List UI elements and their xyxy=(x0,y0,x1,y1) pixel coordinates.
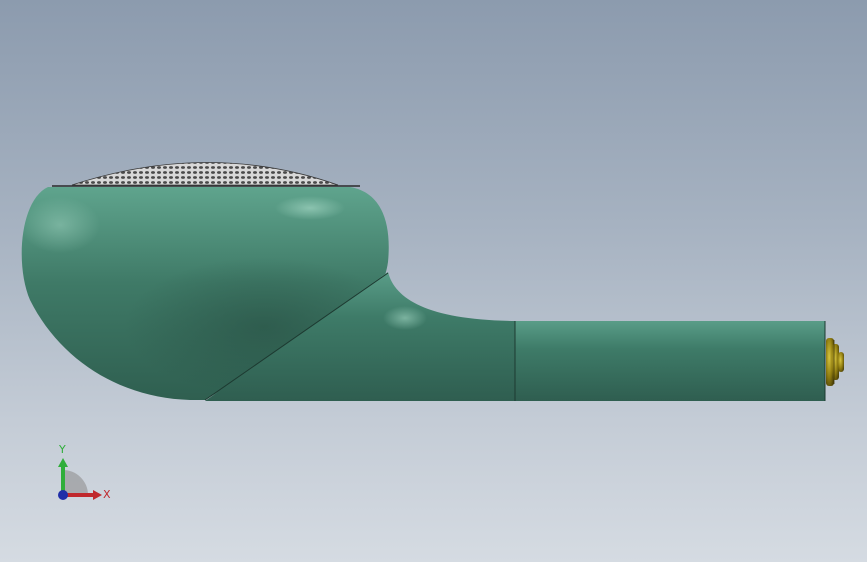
z-axis-icon xyxy=(58,490,68,500)
earbud-stem xyxy=(514,321,826,401)
y-axis-label: Y xyxy=(58,443,66,456)
triad-plane-icon xyxy=(63,470,88,495)
speaker-mesh xyxy=(52,162,360,187)
x-axis-label: X xyxy=(103,488,111,501)
model-viewport[interactable] xyxy=(0,0,867,562)
connector-cap xyxy=(826,338,844,386)
coordinate-triad: Y X xyxy=(58,443,111,501)
